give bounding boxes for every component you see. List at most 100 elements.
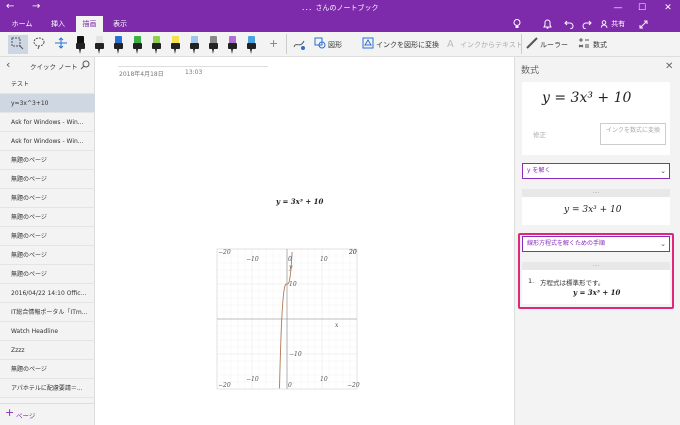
- page-list-item[interactable]: 無題のページ: [0, 189, 95, 208]
- pen-2[interactable]: [95, 34, 104, 54]
- page-list-item[interactable]: アパホテルに配慮要請＝...: [0, 379, 95, 398]
- sidebar-back-icon[interactable]: ‹: [6, 58, 10, 71]
- title-text: さんのノートブック: [315, 4, 379, 12]
- page-list-item[interactable]: Ask for Windows - Win...: [0, 132, 95, 151]
- y-tick-label: 20: [348, 249, 357, 256]
- page-list-item[interactable]: テスト: [0, 75, 95, 94]
- ruler-button[interactable]: ルーラー: [540, 40, 568, 50]
- toolbar-divider: [286, 34, 287, 54]
- title-prefix: ．．．: [301, 4, 316, 12]
- tick-label-top: −10: [246, 256, 259, 263]
- math-panel-close-icon[interactable]: ✕: [665, 61, 673, 72]
- fix-button[interactable]: 修正: [533, 129, 546, 139]
- page-list-item[interactable]: Watch Headline: [0, 322, 95, 341]
- page-list-item[interactable]: 無題のページ: [0, 208, 95, 227]
- math-panel-title: 数式: [521, 66, 540, 76]
- step-number: 1.: [528, 277, 535, 285]
- pen-tip: [250, 49, 252, 54]
- pen-9[interactable]: [228, 34, 237, 54]
- window-title: ．．．さんのノートブック: [0, 3, 680, 13]
- pen-tip: [136, 49, 138, 54]
- pen-4[interactable]: [133, 34, 142, 54]
- steps-dropdown[interactable]: 線形方程式を解くための手順 ⌄: [522, 236, 670, 252]
- steps-dropdown-label: 線形方程式を解くための手順: [527, 240, 606, 247]
- page-list-item[interactable]: 無題のページ: [0, 227, 95, 246]
- pen-tip: [174, 49, 176, 54]
- ink-replay-icon[interactable]: [292, 37, 306, 51]
- graph-svg: 20−10 0 10−20 2010−10−20−20−10010xy: [216, 248, 360, 390]
- y-tick-label: −10: [289, 351, 302, 358]
- redo-icon[interactable]: [580, 16, 594, 32]
- ink-to-text-button[interactable]: インクからテキスト: [460, 40, 523, 50]
- math-button[interactable]: 数式: [593, 40, 607, 50]
- pen-10[interactable]: [247, 34, 256, 54]
- page-list-item[interactable]: Zzzz: [0, 341, 95, 360]
- add-page-button[interactable]: ページ: [16, 410, 35, 420]
- solve-dropdown[interactable]: y を解く ⌄: [522, 163, 670, 179]
- pen-tip: [155, 49, 157, 54]
- note-canvas[interactable]: 2018年4月18日 13:03 y = 3x³ + 10 20 −10 0 10 −2…: [96, 57, 513, 425]
- math-equation: y = 3x³ + 10: [542, 90, 632, 106]
- separator-2: ....: [522, 262, 670, 270]
- minimize-button[interactable]: —: [606, 0, 630, 16]
- note-equation: y = 3x³ + 10: [276, 197, 324, 206]
- ink-to-shape-icon: [362, 37, 374, 51]
- y-tick-label: 10: [289, 281, 297, 288]
- add-pen-button[interactable]: +: [269, 37, 278, 51]
- pen-3[interactable]: [114, 34, 123, 54]
- page-list-item[interactable]: 無題のページ: [0, 246, 95, 265]
- chevron-down-icon: ⌄: [660, 167, 666, 175]
- share-button[interactable]: 共有: [598, 16, 628, 32]
- lasso-select-button[interactable]: [8, 35, 28, 54]
- page-list-item[interactable]: 無題のページ: [0, 265, 95, 284]
- pen-8[interactable]: [209, 34, 218, 54]
- page-list-item[interactable]: 無題のページ: [0, 151, 95, 170]
- lasso-icon[interactable]: [32, 36, 48, 52]
- add-page-bar: + ページ: [0, 403, 95, 425]
- bell-icon[interactable]: [540, 16, 554, 32]
- svg-text:A: A: [447, 39, 454, 49]
- separator-1: ....: [522, 189, 670, 197]
- tick-label-bottom: 0: [288, 382, 292, 389]
- graph[interactable]: 20 −10 0 10 −20 20 10 −10 −20 −20 −10 0 10 x y: [212, 244, 362, 394]
- toolbar-divider-2: [521, 34, 522, 54]
- lightbulb-icon[interactable]: [510, 16, 524, 32]
- pen-6[interactable]: [171, 34, 180, 54]
- ink-to-shape-button[interactable]: インクを図形に変換: [376, 40, 439, 50]
- expand-icon[interactable]: [636, 16, 650, 32]
- tick-label-top: 10: [320, 256, 328, 263]
- tab-home[interactable]: ホーム: [8, 16, 36, 32]
- page-list-item[interactable]: 無題のページ: [0, 170, 95, 189]
- page-list-item[interactable]: Ask for Windows - Win...: [0, 113, 95, 132]
- page-list-sidebar: ‹ クイック ノート テスト y=3x^3+10 Ask for Windows -…: [0, 57, 95, 425]
- pen-tip: [193, 49, 195, 54]
- step-equation: y = 3x³ + 10: [573, 288, 621, 297]
- tab-view[interactable]: 表示: [108, 16, 132, 32]
- ribbon-tabs: ホーム 挿入 描画 表示 共有: [0, 16, 680, 32]
- shapes-button[interactable]: 図形: [328, 40, 342, 50]
- pen-tip: [212, 49, 214, 54]
- add-page-icon[interactable]: +: [5, 406, 14, 419]
- page-list-item[interactable]: y=3x^3+10: [0, 94, 95, 113]
- page-list-item[interactable]: 無題のページ: [0, 360, 95, 379]
- pen-1[interactable]: [76, 34, 85, 54]
- pen-5[interactable]: [152, 34, 161, 54]
- draw-toolbar: + 図形 インクを図形に変換 A インクからテキスト ルーラー 数式: [0, 32, 680, 57]
- search-icon[interactable]: [80, 60, 91, 71]
- tab-draw[interactable]: 描画: [76, 16, 103, 32]
- undo-icon[interactable]: [562, 16, 576, 32]
- page-list-item[interactable]: IT総合情報ポータル「ITm...: [0, 303, 95, 322]
- title-bar: ← → ．．．さんのノートブック — ☐ ✕: [0, 0, 680, 16]
- pen-tip: [98, 49, 100, 54]
- tab-insert[interactable]: 挿入: [44, 16, 72, 32]
- shapes-icon: [314, 37, 326, 51]
- ink-to-math-button[interactable]: インクを数式に変換: [600, 123, 666, 145]
- solved-equation: y = 3x³ + 10: [564, 205, 622, 215]
- pen-tip: [117, 49, 119, 54]
- maximize-button[interactable]: ☐: [630, 0, 654, 16]
- step-text: 方程式は標準形です。: [540, 279, 605, 287]
- page-list-item[interactable]: 2016/04/22 14:10 Offic...: [0, 284, 95, 303]
- pen-7[interactable]: [190, 34, 199, 54]
- close-button[interactable]: ✕: [656, 0, 680, 16]
- add-space-icon[interactable]: [54, 36, 70, 52]
